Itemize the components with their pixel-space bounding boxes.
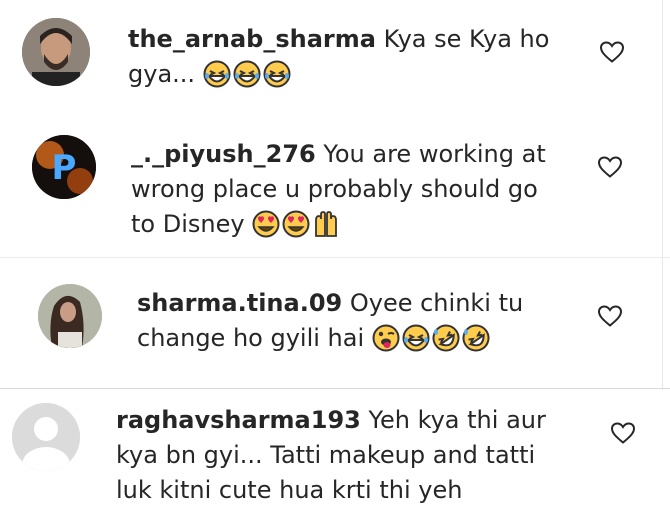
- comment-text: Oyee chinki tu: [349, 289, 524, 317]
- comment-username[interactable]: the_arnab_sharma: [128, 25, 376, 53]
- heart-eyes-emoji: [252, 210, 280, 248]
- default-avatar-icon: [12, 403, 80, 471]
- comment-username[interactable]: sharma.tina.09: [137, 289, 342, 317]
- comment-username[interactable]: raghavsharma193: [116, 406, 361, 434]
- comment-body: raghavsharma193 Yeh kya thi aur kya bn g…: [116, 403, 596, 508]
- rofl-emoji: [432, 324, 460, 362]
- laugh-emoji: [263, 60, 291, 98]
- svg-text:P: P: [52, 148, 77, 188]
- comments-panel: the_arnab_sharma Kya se Kya ho gya... P: [0, 0, 670, 526]
- comment-text: wrong place u probably should go: [131, 175, 538, 203]
- laugh-emoji: [203, 60, 231, 98]
- avatar[interactable]: [38, 284, 102, 348]
- laugh-emoji: [402, 324, 430, 362]
- comment-body: sharma.tina.09 Oyee chinki tu change ho …: [137, 286, 587, 362]
- comment-text: You are working at: [323, 140, 546, 168]
- comment-item: the_arnab_sharma Kya se Kya ho gya...: [0, 0, 670, 115]
- heart-eyes-emoji: [282, 210, 310, 248]
- comment-item: raghavsharma193 Yeh kya thi aur kya bn g…: [0, 389, 670, 526]
- avatar[interactable]: [22, 18, 90, 86]
- comment-item: P _._piyush_276 You are working at wrong…: [0, 115, 670, 255]
- like-heart-icon[interactable]: [597, 304, 623, 328]
- comment-body: _._piyush_276 You are working at wrong p…: [131, 137, 581, 248]
- comment-text: luk kitni cute hua krti thi yeh: [116, 476, 463, 504]
- laugh-emoji: [233, 60, 261, 98]
- comment-item: sharma.tina.09 Oyee chinki tu change ho …: [0, 258, 670, 388]
- like-heart-icon[interactable]: [599, 40, 625, 64]
- avatar[interactable]: [12, 403, 80, 471]
- comment-body: the_arnab_sharma Kya se Kya ho gya...: [128, 22, 568, 98]
- raised-hands-emoji: [312, 210, 340, 248]
- like-heart-icon[interactable]: [597, 155, 623, 179]
- comment-text: Kya se Kya ho: [383, 25, 550, 53]
- comment-username[interactable]: _._piyush_276: [131, 140, 316, 168]
- rofl-emoji: [462, 324, 490, 362]
- comment-text: kya bn gyi... Tatti makeup and tatti: [116, 441, 536, 469]
- comment-text: change ho gyili hai: [137, 324, 365, 352]
- avatar[interactable]: P: [32, 135, 96, 199]
- comment-text: to Disney: [131, 210, 245, 238]
- comment-text: Yeh kya thi aur: [368, 406, 546, 434]
- like-heart-icon[interactable]: [610, 421, 636, 445]
- comment-text: gya...: [128, 60, 196, 88]
- wink-tongue-emoji: [372, 324, 400, 362]
